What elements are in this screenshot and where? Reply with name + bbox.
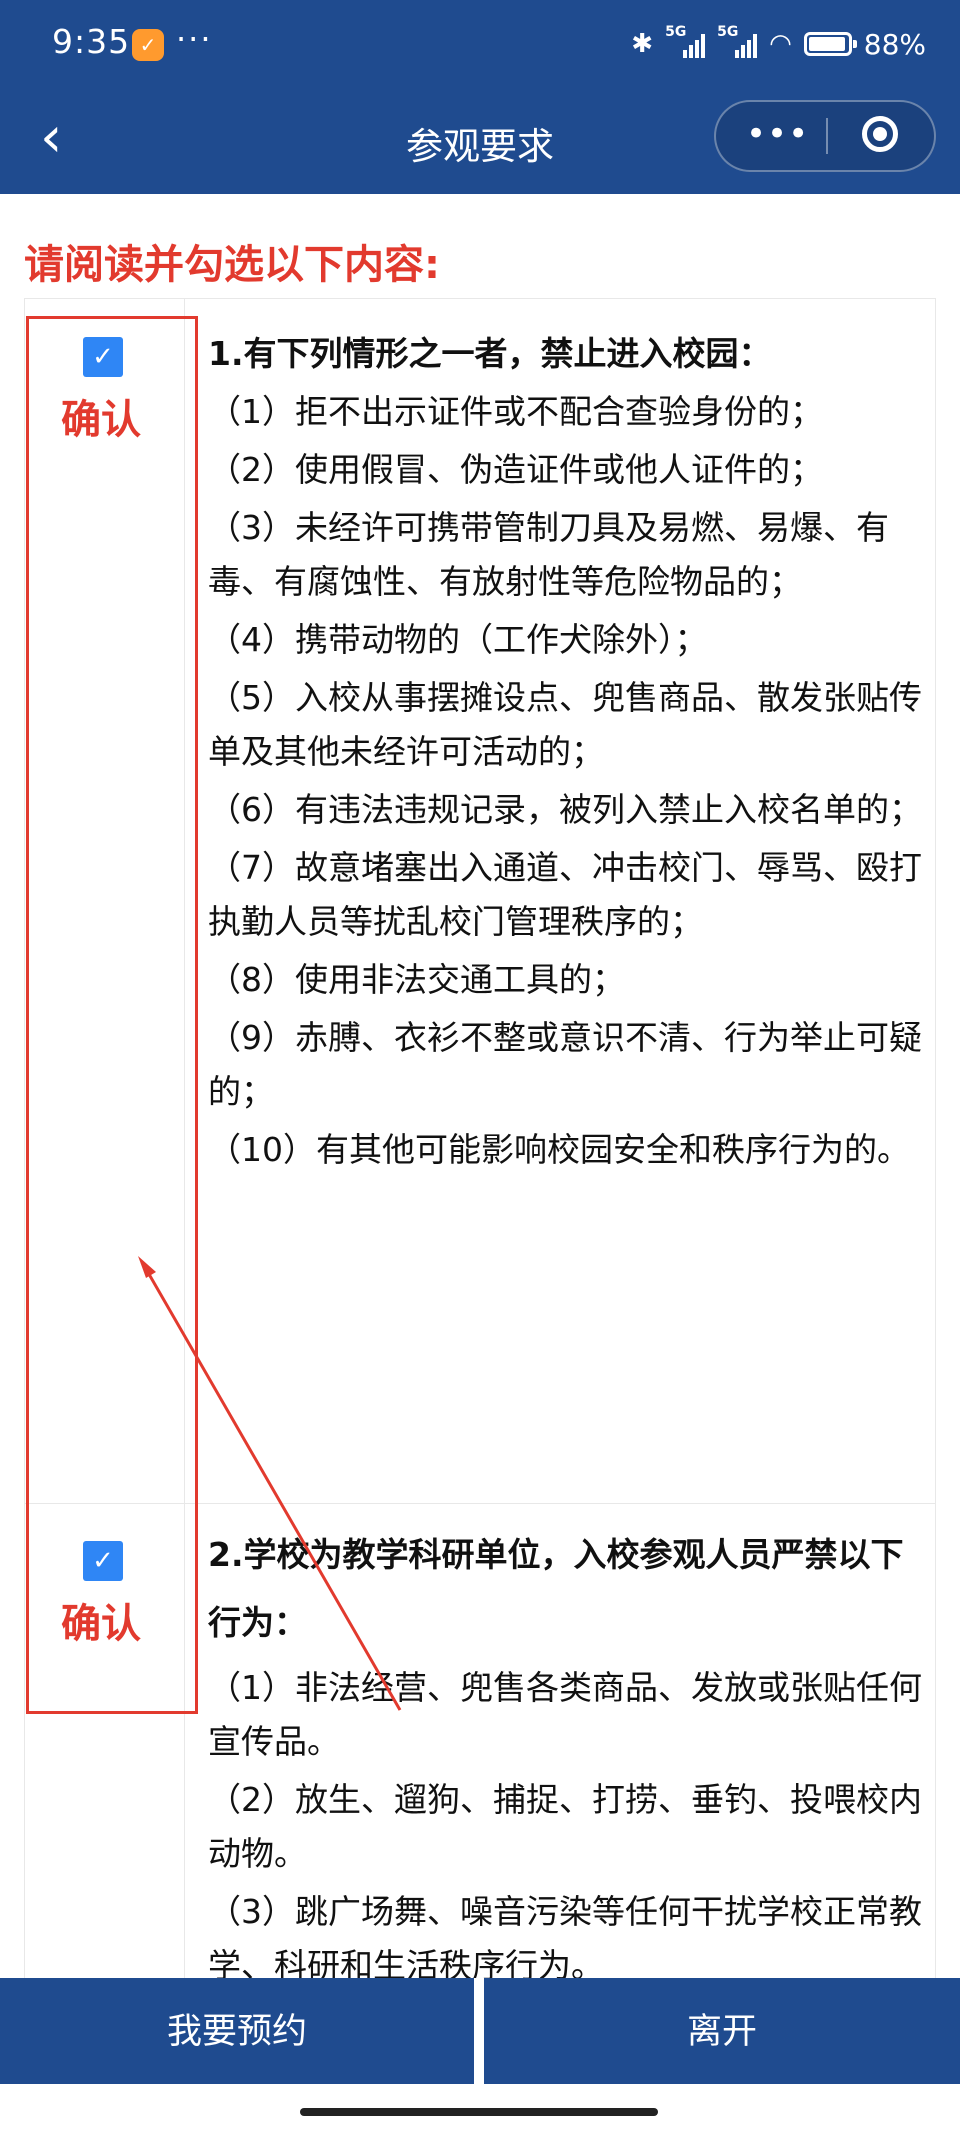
app-header: 9:35 ✓ ··· ✱ 5G 5G ◠ 88% ‹ 参观要求 •••	[0, 0, 960, 194]
requirement-row: ✓ 确认 1.有下列情形之一者，禁止进入校园： （1）拒不出示证件或不配合查验身…	[25, 299, 935, 1504]
confirm-cell: ✓ 确认	[25, 1503, 185, 1978]
confirm-label: 确认	[61, 1601, 141, 1647]
rule-item: （9）赤膊、衣衫不整或意识不清、行为举止可疑的；	[208, 1018, 922, 1111]
rule-item: （2）放生、遛狗、捕捉、打捞、垂钓、投喂校内动物。	[208, 1780, 922, 1873]
requirement-content: 1.有下列情形之一者，禁止进入校园： （1）拒不出示证件或不配合查验身份的； （…	[208, 299, 928, 1177]
confirm-checkbox[interactable]: ✓	[83, 1541, 123, 1581]
signal-5g-icon: 5G	[665, 24, 706, 58]
section-title: 1.有下列情形之一者，禁止进入校园：	[208, 334, 772, 373]
rule-item: （1）拒不出示证件或不配合查验身份的；	[208, 392, 823, 431]
status-bar: 9:35 ✓ ··· ✱ 5G 5G ◠ 88%	[0, 0, 960, 88]
rule-item: （7）故意堵塞出入通道、冲击校门、辱骂、殴打执勤人员等扰乱校门管理秩序的；	[208, 848, 922, 941]
wifi-icon: ◠	[769, 29, 792, 59]
bluetooth-icon: ✱	[631, 29, 654, 59]
more-options-icon[interactable]: •••	[746, 114, 808, 158]
requirements-table: ✓ 确认 1.有下列情形之一者，禁止进入校园： （1）拒不出示证件或不配合查验身…	[24, 298, 936, 1978]
instruction-heading: 请阅读并勾选以下内容:	[24, 242, 440, 288]
confirm-label: 确认	[61, 397, 141, 443]
capsule-divider	[826, 118, 828, 154]
bottom-action-bar: 我要预约 离开	[0, 1978, 960, 2088]
mini-program-capsule: •••	[714, 100, 936, 172]
battery-icon	[803, 32, 857, 56]
status-time: 9:35	[52, 22, 131, 61]
rule-item: （10）有其他可能影响校园安全和秩序行为的。	[208, 1130, 910, 1169]
leave-button[interactable]: 离开	[484, 1978, 960, 2084]
status-icons: ✱ 5G 5G ◠ 88%	[631, 22, 926, 66]
signal-5g-icon-2: 5G	[717, 24, 758, 58]
reserve-button[interactable]: 我要预约	[0, 1978, 474, 2084]
battery-level: 88%	[863, 27, 926, 61]
rule-item: （3）未经许可携带管制刀具及易燃、易爆、有毒、有腐蚀性、有放射性等危险物品的；	[208, 508, 889, 601]
rule-item: （3）跳广场舞、噪音污染等任何干扰学校正常教学、科研和生活秩序行为。	[208, 1892, 922, 1978]
rule-item: （5）入校从事摆摊设点、兜售商品、散发张贴传单及其他未经许可活动的；	[208, 678, 922, 771]
section-title: 2.学校为教学科研单位，入校参观人员严禁以下行为：	[208, 1535, 904, 1642]
requirement-row: ✓ 确认 2.学校为教学科研单位，入校参观人员严禁以下行为： （1）非法经营、兜…	[25, 1503, 935, 1978]
rule-item: （1）非法经营、兜售各类商品、发放或张贴任何宣传品。	[208, 1668, 922, 1761]
confirm-checkbox[interactable]: ✓	[83, 337, 123, 377]
home-indicator[interactable]	[300, 2108, 658, 2116]
navigation-bar: ‹ 参观要求 •••	[0, 96, 960, 186]
rule-item: （2）使用假冒、伪造证件或他人证件的；	[208, 450, 823, 489]
confirm-cell: ✓ 确认	[25, 299, 185, 1503]
more-notifications-icon: ···	[176, 20, 213, 58]
requirement-content: 2.学校为教学科研单位，入校参观人员严禁以下行为： （1）非法经营、兜售各类商品…	[208, 1503, 928, 1978]
close-mini-program-icon[interactable]	[862, 116, 898, 152]
rule-item: （4）携带动物的（工作犬除外）；	[208, 620, 708, 659]
notification-app-icon: ✓	[132, 29, 164, 61]
rule-item: （6）有违法违规记录，被列入禁止入校名单的；	[208, 790, 922, 829]
rule-item: （8）使用非法交通工具的；	[208, 960, 625, 999]
